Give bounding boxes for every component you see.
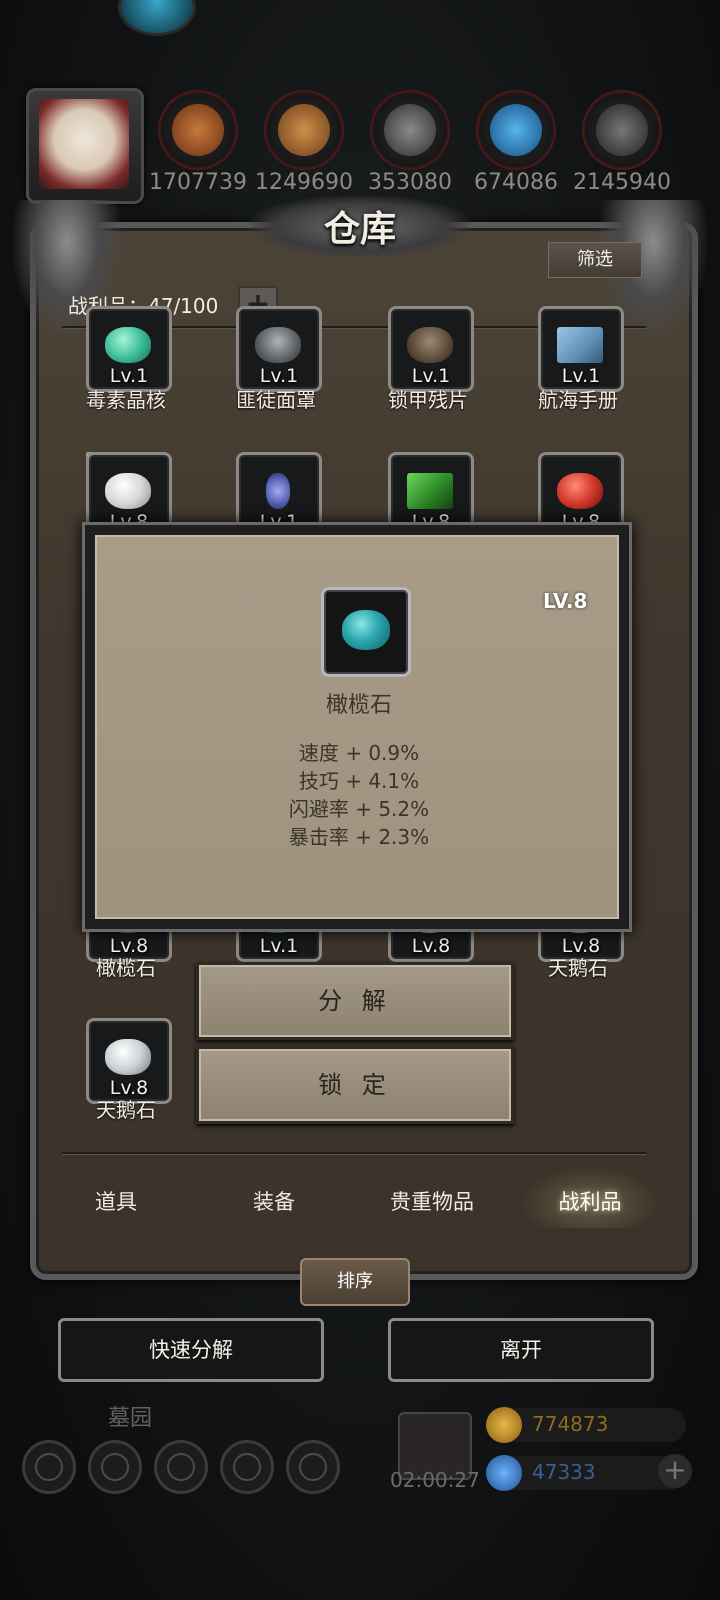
necklace-icon — [266, 473, 290, 509]
settings-icon[interactable] — [22, 1440, 76, 1494]
gift-timer: 02:00:27 — [390, 1468, 480, 1492]
tab-items[interactable]: 道具 — [46, 1186, 186, 1216]
gold-amount: 774873 — [532, 1412, 609, 1436]
bag-icon[interactable] — [286, 1440, 340, 1494]
stone-amount: 353080 — [368, 170, 452, 195]
ruby-icon — [557, 473, 603, 509]
stone-icon — [384, 104, 436, 156]
stat-dodge: 闪避率 + 5.2% — [288, 797, 430, 821]
filter-button[interactable]: 筛选 — [548, 242, 642, 278]
guild-icon[interactable] — [154, 1440, 208, 1494]
item-name: 匪徒面罩 — [236, 388, 316, 412]
stat-crit: 暴击率 + 2.3% — [288, 825, 430, 849]
item-level: Lv.8 — [411, 935, 451, 957]
stat-speed: 速度 + 0.9% — [298, 741, 420, 765]
green-card-icon — [407, 473, 453, 509]
rabbit-portrait-icon — [39, 99, 129, 189]
item-name: 天鹅石 — [548, 956, 608, 980]
avatar[interactable] — [26, 88, 144, 204]
swan-stone-icon — [105, 1039, 151, 1075]
item-name: 毒素晶核 — [86, 388, 166, 412]
page-title: 仓库 — [323, 208, 396, 250]
crystal-icon — [490, 104, 542, 156]
mask-icon — [255, 327, 301, 363]
crystal-amount: 674086 — [474, 170, 558, 195]
leave-button[interactable]: 离开 — [388, 1318, 654, 1382]
tab-valuables[interactable]: 贵重物品 — [362, 1186, 502, 1216]
iron-icon — [596, 104, 648, 156]
diamond-icon — [486, 1455, 522, 1491]
iron-resource[interactable] — [582, 90, 662, 170]
hero-icon[interactable] — [88, 1440, 142, 1494]
crystal-resource[interactable] — [476, 90, 556, 170]
iron-amount: 2145940 — [573, 170, 671, 195]
item-cell[interactable]: Lv.1 — [538, 306, 624, 392]
item-name: 橄榄石 — [96, 956, 156, 980]
stone-resource[interactable] — [370, 90, 450, 170]
item-cell[interactable]: Lv.8 — [86, 1018, 172, 1104]
quick-decompose-button[interactable]: 快速分解 — [58, 1318, 324, 1382]
pet-icon[interactable] — [118, 0, 196, 36]
lock-button[interactable]: 锁 定 — [196, 1046, 514, 1124]
stat-skill: 技巧 + 4.1% — [298, 769, 420, 793]
item-level: Lv.1 — [259, 935, 299, 957]
item-name: 天鹅石 — [96, 1098, 156, 1122]
gold-bar: 774873 — [486, 1407, 686, 1443]
detail-name: 橄榄石 — [325, 693, 392, 718]
wood-amount: 1249690 — [255, 170, 353, 195]
gem-amount: 47333 — [532, 1460, 596, 1484]
gem-icon — [105, 327, 151, 363]
meat-icon — [172, 104, 224, 156]
mail-icon[interactable] — [220, 1440, 274, 1494]
item-cell[interactable]: Lv.1 — [236, 306, 322, 392]
meat-resource[interactable] — [158, 90, 238, 170]
sort-button[interactable]: 排序 — [300, 1258, 410, 1306]
tab-equipment[interactable]: 装备 — [204, 1186, 344, 1216]
item-name: 航海手册 — [538, 388, 618, 412]
add-currency-button[interactable]: + — [658, 1454, 692, 1488]
wood-icon — [278, 104, 330, 156]
divider-bottom — [62, 1152, 646, 1155]
olivine-icon — [321, 587, 411, 677]
book-icon — [557, 327, 603, 363]
location-label: 墓园 — [108, 1406, 153, 1431]
meat-amount: 1707739 — [149, 170, 247, 195]
detail-level: LV.8 — [543, 589, 588, 613]
item-cell[interactable]: Lv.1 — [86, 306, 172, 392]
item-name: 锁甲残片 — [388, 388, 468, 412]
gem-bar: 47333 — [486, 1455, 686, 1491]
wood-resource[interactable] — [264, 90, 344, 170]
decompose-button[interactable]: 分 解 — [196, 962, 514, 1040]
item-detail-popup: LV.8 橄榄石 速度 + 0.9% 技巧 + 4.1% 闪避率 + 5.2% … — [82, 522, 632, 932]
gold-icon — [486, 1407, 522, 1443]
item-cell[interactable]: Lv.1 — [388, 306, 474, 392]
tab-loot[interactable]: 战利品 — [520, 1186, 660, 1216]
armor-shard-icon — [407, 327, 453, 363]
wing-icon — [105, 473, 151, 509]
